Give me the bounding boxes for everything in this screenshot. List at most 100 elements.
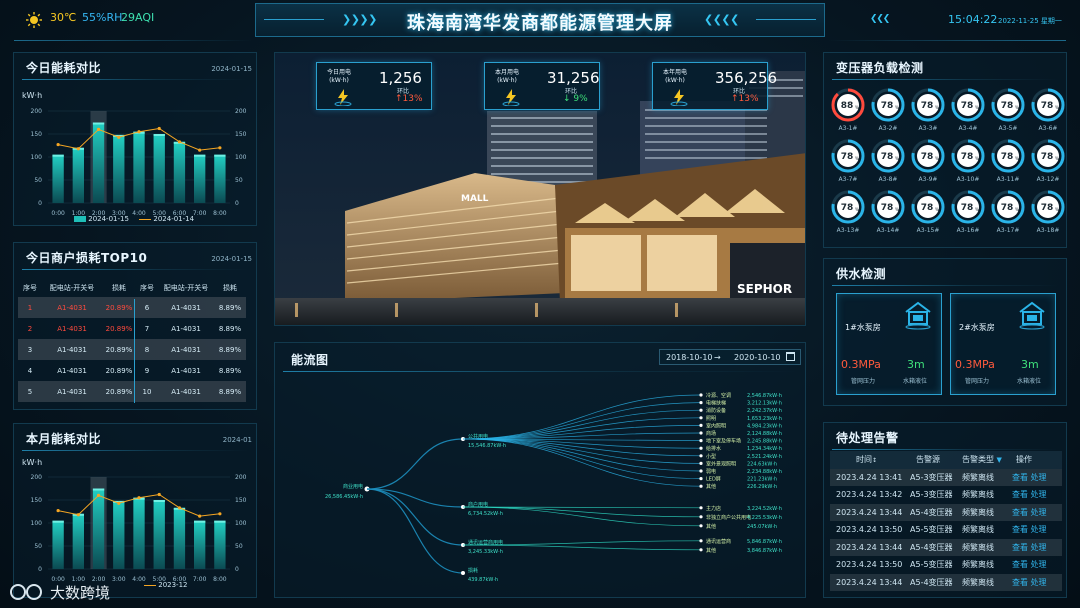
sort-icon[interactable]: ↕	[872, 457, 877, 464]
watermark-logo-icon	[10, 584, 42, 600]
leaf-value: 4,225.53kW·h	[747, 515, 782, 521]
transformer-gauge[interactable]: 78% A3-16#	[948, 189, 988, 239]
bar-cap	[92, 488, 105, 491]
view-link[interactable]: 查看	[1012, 543, 1028, 552]
handle-link[interactable]: 处理	[1031, 560, 1047, 569]
date-to[interactable]: 2020-10-10	[734, 353, 781, 362]
handle-link[interactable]: 处理	[1031, 473, 1047, 482]
transformer-gauge[interactable]: 78% A3-18#	[1028, 189, 1068, 239]
leaf-value: 2,521.24kW·h	[747, 454, 782, 460]
view-link[interactable]: 查看	[1012, 473, 1028, 482]
rank-no: 5	[27, 387, 33, 396]
alarm-actions: 查看 处理	[1012, 504, 1062, 522]
table-row: 10 A1-4031 8.89%	[136, 381, 246, 402]
gauge-value: 78	[921, 203, 934, 213]
bar	[153, 500, 165, 569]
bar-cap	[214, 154, 226, 157]
gauge-ring-icon: 78%	[871, 88, 905, 122]
transformer-gauge[interactable]: 78% A3-4#	[948, 87, 988, 137]
transformer-gauge[interactable]: 78% A3-15#	[908, 189, 948, 239]
stat-value: 31,256	[547, 69, 600, 87]
handle-link[interactable]: 处理	[1031, 578, 1047, 587]
legend-bar-swatch	[74, 216, 86, 222]
transformer-gauge[interactable]: 78% A3-12#	[1028, 138, 1068, 188]
transformer-panel: 变压器负载检测 88% A3-1# 78% A3-2# 78% A3-3# 78% A3-4#…	[823, 52, 1067, 248]
gauge-value: 78	[881, 203, 894, 213]
alarm-col-time[interactable]: 时间↕	[830, 451, 910, 469]
alarm-source: A5-3变压器	[910, 472, 953, 482]
leaf-node	[699, 477, 703, 481]
watermark-text: 大数跨境	[50, 584, 111, 602]
gauge-value: 78	[1041, 203, 1054, 213]
alarm-col-type[interactable]: 告警类型 ▼	[956, 451, 1012, 469]
pump-house-icon	[1019, 301, 1045, 330]
transformer-gauge[interactable]: 78% A3-9#	[908, 138, 948, 188]
water-title: 供水检测	[836, 267, 887, 281]
handle-link[interactable]: 处理	[1031, 525, 1047, 534]
gauge-unit: %	[895, 105, 899, 110]
water-panel: 供水检测 1#水泵房 0.3MPa 管网压力 3m 水箱液位 2#水泵房 0.3MPa 管网压…	[823, 258, 1067, 406]
leaf-value: 3,224.52kW·h	[747, 506, 782, 512]
transformer-gauge[interactable]: 78% A3-3#	[908, 87, 948, 137]
stat-caption-line2: (kW·h)	[665, 77, 685, 84]
energy-flow-diagram: 商业用电26,586.45kW·h公共用电15,546.87kW·h冷源、空调 2…	[325, 392, 782, 583]
calendar-icon[interactable]	[786, 352, 795, 361]
handle-link[interactable]: 处理	[1031, 543, 1047, 552]
chevrons-back-icon: ❮ ❮ ❮	[870, 14, 890, 24]
view-link[interactable]: 查看	[1012, 560, 1028, 569]
transformer-gauge[interactable]: 78% A3-5#	[988, 87, 1028, 137]
view-link[interactable]: 查看	[1012, 490, 1028, 499]
view-link[interactable]: 查看	[1012, 508, 1028, 517]
gauge-ring-icon: 78%	[1031, 88, 1065, 122]
bar	[173, 507, 186, 569]
transformer-gauge[interactable]: 78% A3-8#	[868, 138, 908, 188]
tank-level-value: 3m	[907, 358, 925, 371]
leaf-value: 4,984.23kW·h	[747, 423, 782, 429]
transformer-gauge[interactable]: 78% A3-11#	[988, 138, 1028, 188]
transformer-gauge[interactable]: 78% A3-14#	[868, 189, 908, 239]
transformer-gauge[interactable]: 78% A3-6#	[1028, 87, 1068, 137]
pump-room-card[interactable]: 1#水泵房 0.3MPa 管网压力 3m 水箱液位	[836, 293, 942, 395]
transformer-gauge[interactable]: 78% A3-13#	[828, 189, 868, 239]
loss-value: 8.89%	[218, 387, 242, 396]
pipe-pressure-label: 管网压力	[851, 378, 876, 385]
transformer-gauge[interactable]: 88% A3-1#	[828, 87, 868, 137]
gauge-ring-icon: 78%	[991, 88, 1025, 122]
gauge-ring-icon: 78%	[991, 139, 1025, 173]
y2-tick-label: 50	[235, 543, 243, 550]
filter-icon[interactable]: ▼	[997, 456, 1002, 464]
page-title: 珠海南湾华发商都能源管理大屏	[407, 13, 673, 34]
station-code: A1-4031	[171, 387, 201, 396]
leaf-name: 其他	[706, 523, 716, 530]
alarm-actions: 查看 处理	[1012, 556, 1062, 574]
view-link[interactable]: 查看	[1012, 525, 1028, 534]
loss-rank-panel: 今日商户损耗TOP10 2024-01-15 序号 配电站-开关号 损耗 1 A1-4…	[13, 242, 257, 410]
transformer-gauge[interactable]: 78% A3-17#	[988, 189, 1028, 239]
transformer-gauge[interactable]: 78% A3-7#	[828, 138, 868, 188]
leaf-value: 221.23kW·h	[747, 477, 777, 483]
date-range-picker[interactable]: 2018-10-10 → 2020-10-10	[659, 349, 801, 365]
loss-rank-date: 2024-01-15	[211, 255, 252, 263]
alarm-source: A5-4变压器	[910, 577, 953, 587]
pump-room-card[interactable]: 2#水泵房 0.3MPa 管网压力 3m 水箱液位	[950, 293, 1056, 395]
handle-link[interactable]: 处理	[1031, 508, 1047, 517]
transformer-gauge[interactable]: 78% A3-10#	[948, 138, 988, 188]
gauge-unit: %	[1015, 207, 1019, 212]
view-link[interactable]: 查看	[1012, 578, 1028, 587]
gauge-unit: %	[895, 207, 899, 212]
gauge-ring-icon: 78%	[951, 139, 985, 173]
transformer-title: 变压器负载检测	[836, 61, 924, 75]
date-from[interactable]: 2018-10-10	[666, 353, 713, 362]
handle-link[interactable]: 处理	[1031, 490, 1047, 499]
leaf-name: 弱电	[706, 468, 716, 475]
alarm-source: A5-5变压器	[910, 560, 953, 570]
tank-level-label: 水箱液位	[903, 378, 928, 385]
gauge-value: 78	[921, 101, 934, 111]
alarm-source: A5-5变压器	[910, 525, 953, 535]
alarm-row: 2023.4.24 13:50 A5-5变压器 频繁离线 查看 处理	[830, 556, 1062, 574]
monthly-energy-panel: 本月能耗对比 2024-01 kW·h 0 0 50 50 100 100 150 150 20…	[13, 423, 257, 598]
legend-bar-label: 2024-01-15	[88, 215, 129, 223]
line-point	[198, 148, 202, 152]
daily-energy-unit: kW·h	[22, 91, 43, 100]
transformer-gauge[interactable]: 78% A3-2#	[868, 87, 908, 137]
